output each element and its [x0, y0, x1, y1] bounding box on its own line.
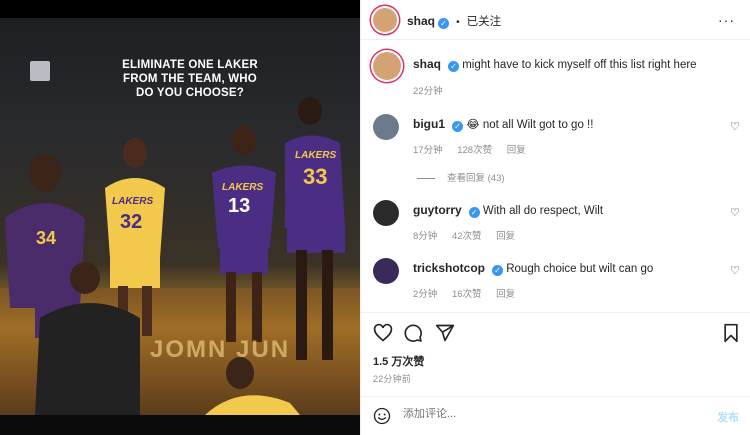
comment-input[interactable]	[403, 408, 683, 420]
caption-time[interactable]: 22分钟	[413, 86, 443, 97]
verified-icon: ✓	[452, 121, 463, 132]
heart-icon[interactable]	[373, 323, 393, 343]
comment-text: not all Wilt got to go !!	[482, 119, 594, 131]
replies-divider	[417, 177, 435, 179]
jersey-text-1: LAKERS	[112, 196, 154, 207]
comment-text: With all do respect, Wilt	[482, 205, 604, 217]
reply-button[interactable]: 回复	[507, 145, 526, 156]
jersey-text-2: LAKERS	[222, 182, 264, 193]
media-bottom-bar	[0, 415, 360, 435]
caption-text: might have to kick myself off this list …	[462, 59, 697, 71]
comment-item: bigu1 ✓ 😂 not all Wilt got to go !!	[413, 116, 713, 133]
laughing-emoji: 😂	[466, 119, 480, 131]
bookmark-icon[interactable]	[721, 323, 741, 343]
jersey-number-4: 33	[303, 164, 328, 189]
post-header: shaq ✓ • 已关注 ···	[361, 0, 750, 40]
verified-icon: ✓	[468, 207, 480, 218]
reply-button[interactable]: 回复	[496, 289, 515, 300]
comment-composer: 发布	[361, 396, 750, 435]
comment-item: trickshotcop ✓ Rough choice but wilt can …	[413, 260, 713, 277]
caption: shaq ✓ might have to kick myself off this…	[413, 56, 743, 73]
comment-username[interactable]: guytorry	[413, 203, 462, 217]
comment-username[interactable]: bigu1	[413, 117, 445, 131]
comment-item: guytorry ✓ With all do respect, Wilt	[413, 202, 713, 219]
comment-like-icon[interactable]: ♡	[730, 264, 740, 277]
author-username[interactable]: shaq	[407, 14, 435, 28]
brand-logo	[30, 61, 50, 81]
verified-icon: ✓	[438, 18, 450, 29]
comment-likes[interactable]: 16次赞	[452, 289, 482, 300]
emoji-icon[interactable]	[373, 407, 391, 425]
following-button[interactable]: 已关注	[467, 16, 502, 28]
verified-icon: ✓	[492, 265, 504, 276]
post-media[interactable]: ELIMINATE ONE LAKER FROM THE TEAM, WHO D…	[0, 0, 360, 435]
header-separator: •	[456, 17, 460, 28]
view-replies-button[interactable]: 查看回复 (43)	[417, 170, 505, 184]
comment-avatar[interactable]	[373, 200, 399, 226]
post-image: ELIMINATE ONE LAKER FROM THE TEAM, WHO D…	[0, 18, 360, 415]
reply-button[interactable]: 回复	[496, 231, 515, 242]
jersey-number-3: 13	[228, 195, 251, 217]
caption-username[interactable]: shaq	[413, 57, 441, 71]
comment-meta: 17分钟 128次赞 回复	[413, 142, 538, 156]
comment-icon[interactable]	[403, 323, 423, 343]
comment-likes[interactable]: 42次赞	[452, 231, 482, 242]
court-sign: JOMN JUN	[150, 336, 291, 363]
comment-like-icon[interactable]: ♡	[730, 120, 740, 133]
verified-icon: ✓	[448, 61, 460, 72]
media-top-bar	[0, 0, 360, 18]
comment-meta: 2分钟 16次赞 回复	[413, 286, 527, 300]
comment-meta: 8分钟 42次赞 回复	[413, 228, 527, 242]
comment-text: Rough choice but wilt can go	[506, 263, 654, 275]
post-timestamp: 22分钟前	[373, 374, 412, 384]
comment-likes[interactable]: 128次赞	[457, 145, 492, 156]
caption-avatar[interactable]	[373, 52, 401, 80]
author-avatar[interactable]	[373, 8, 397, 32]
jersey-text-3: LAKERS	[295, 150, 337, 161]
caption-meta: 22分钟	[413, 83, 455, 97]
post-side-panel: shaq ✓ • 已关注 ··· shaq ✓ might have to kick…	[360, 0, 750, 435]
more-options-icon[interactable]: ···	[718, 12, 735, 28]
likes-count[interactable]: 1.5 万次赞	[373, 353, 424, 369]
comment-time[interactable]: 17分钟	[413, 145, 443, 156]
comment-avatar[interactable]	[373, 258, 399, 284]
share-icon[interactable]	[435, 323, 455, 343]
comment-time[interactable]: 2分钟	[413, 289, 437, 300]
jersey-number-2: 32	[120, 211, 143, 233]
comment-avatar[interactable]	[373, 114, 399, 140]
comment-like-icon[interactable]: ♡	[730, 206, 740, 219]
post-comment-button[interactable]: 发布	[717, 409, 739, 425]
comment-username[interactable]: trickshotcop	[413, 261, 485, 275]
post-actions-bar	[361, 312, 750, 352]
poster-headline: ELIMINATE ONE LAKER FROM THE TEAM, WHO D…	[122, 59, 258, 99]
jersey-number-1: 34	[36, 228, 57, 248]
comment-time[interactable]: 8分钟	[413, 231, 437, 242]
